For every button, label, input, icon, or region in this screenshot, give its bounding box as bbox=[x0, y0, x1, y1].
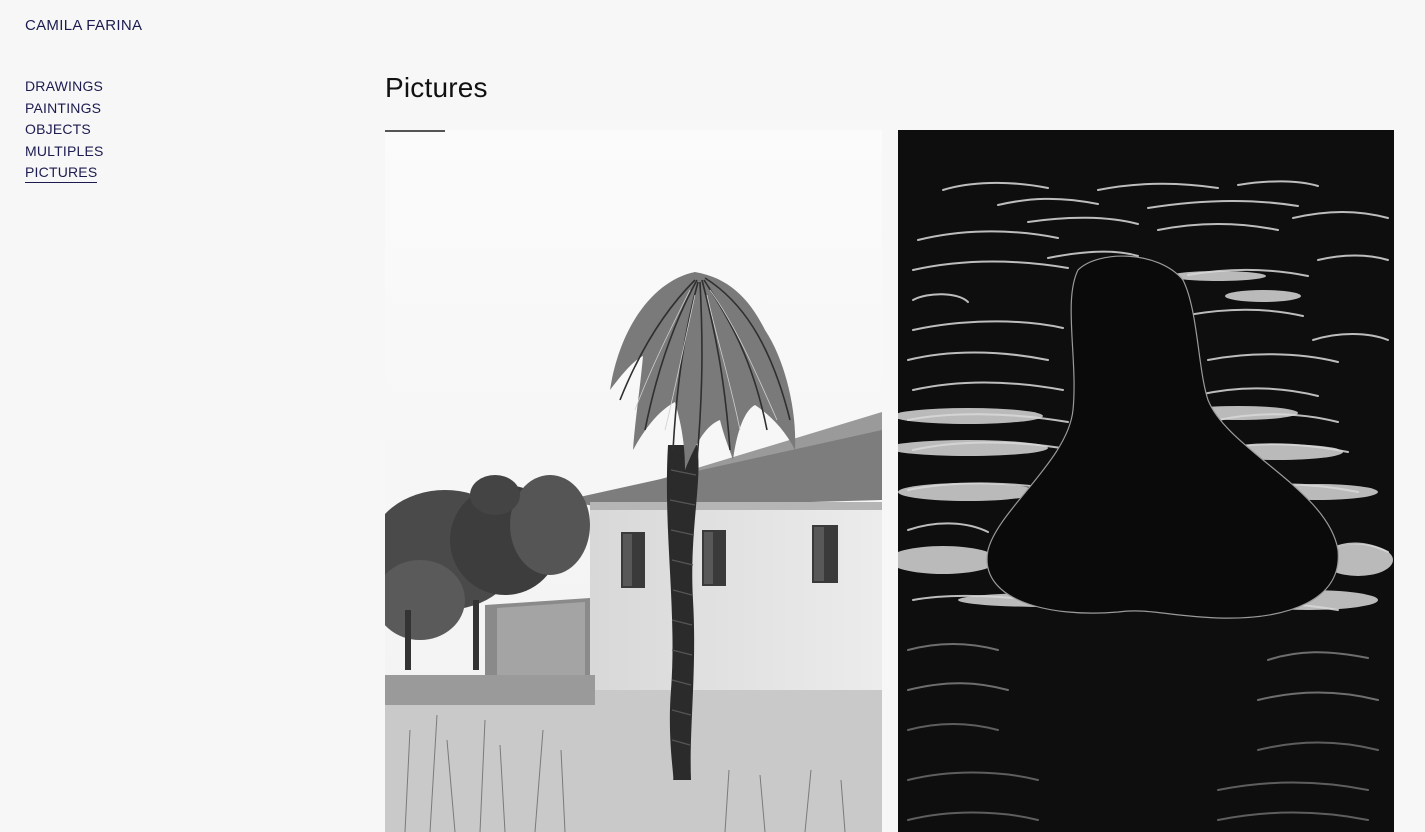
site-title[interactable]: CAMILA FARINA bbox=[25, 17, 142, 34]
nav-link-drawings[interactable]: DRAWINGS bbox=[25, 78, 103, 95]
nav-item-objects: OBJECTS bbox=[25, 121, 104, 143]
nav-item-drawings: DRAWINGS bbox=[25, 78, 104, 100]
nav-link-objects[interactable]: OBJECTS bbox=[25, 121, 91, 138]
nav-link-paintings[interactable]: PAINTINGS bbox=[25, 100, 101, 117]
palm-tree-photo bbox=[385, 130, 882, 832]
nav-item-paintings: PAINTINGS bbox=[25, 100, 104, 122]
nav-item-pictures: PICTURES bbox=[25, 164, 104, 186]
page-title: Pictures bbox=[385, 72, 488, 103]
chalk-drawing-on-black bbox=[898, 130, 1394, 832]
nav-item-multiples: MULTIPLES bbox=[25, 143, 104, 165]
nav-link-multiples[interactable]: MULTIPLES bbox=[25, 143, 104, 160]
nav-link-pictures[interactable]: PICTURES bbox=[25, 164, 98, 183]
gallery-image-chalk-drawing[interactable] bbox=[898, 130, 1394, 832]
gallery-image-palm-tree[interactable] bbox=[385, 130, 882, 832]
main-nav: DRAWINGS PAINTINGS OBJECTS MULTIPLES PIC… bbox=[25, 78, 104, 186]
